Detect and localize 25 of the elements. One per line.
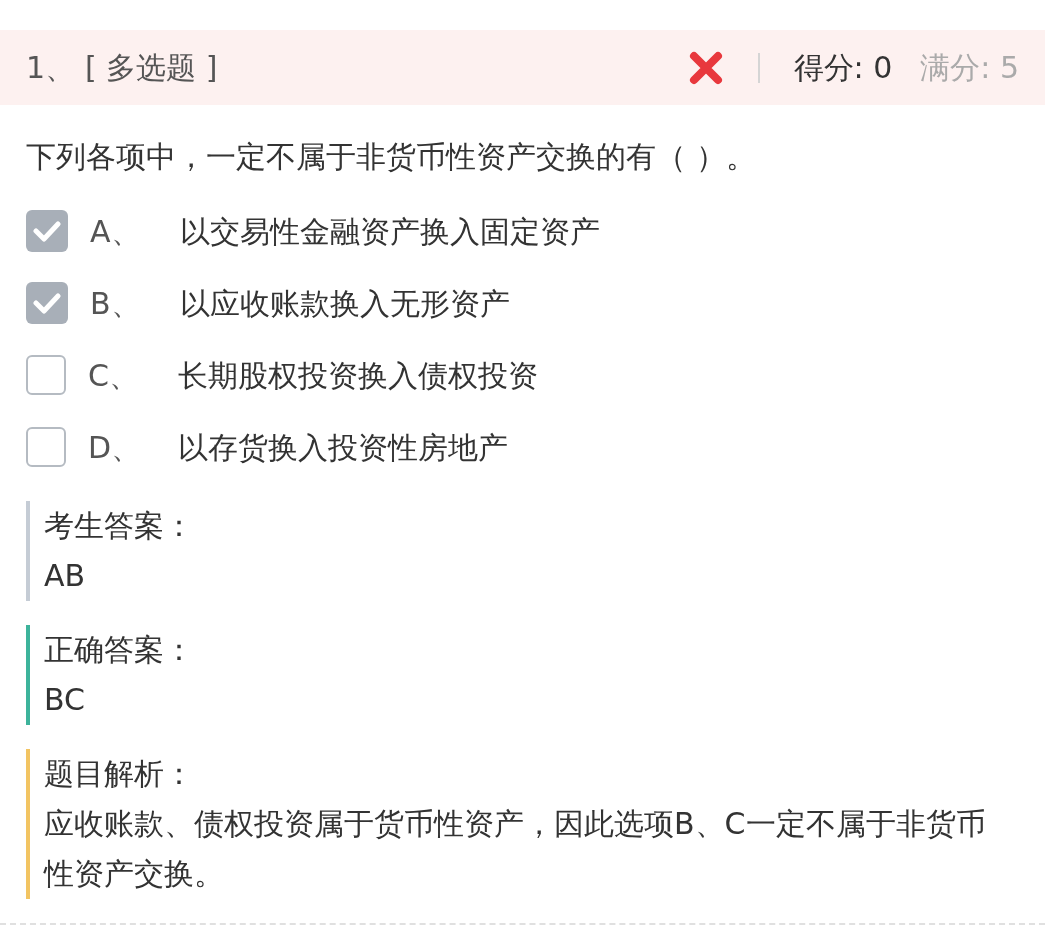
section-body: BC [44,681,86,719]
checkbox[interactable] [26,427,66,467]
option-text: 长期股权投资换入债权投资 [178,356,538,395]
check-icon [33,292,61,314]
full-score-text: 满分: 5 [920,49,1019,87]
section-body: 应收账款、债权投资属于货币性资产，因此选项B、C一定不属于非货币性资产交换。 [44,805,987,893]
section-title: 题目解析： [44,755,195,793]
section-body: AB [44,557,87,595]
question-text: 下列各项中，一定不属于非货币性资产交换的有（ ）。 [25,138,757,176]
option-letter: A、 [90,212,142,251]
question-number: 1、 [26,49,76,87]
checkbox[interactable] [26,355,66,395]
score-text: 得分: 0 [793,49,893,87]
option-letter: D、 [88,428,143,467]
option-text: 以存货换入投资性房地产 [178,428,508,467]
option-letter: C、 [88,356,140,395]
checkbox[interactable] [26,282,68,324]
checkbox[interactable] [26,210,68,252]
option-text: 以交易性金融资产换入固定资产 [180,212,600,251]
check-icon [33,220,61,242]
question-type: [ 多选题 ] [85,49,218,87]
option-text: 以应收账款换入无形资产 [180,284,510,323]
section-title: 正确答案： [44,631,194,669]
section-title: 考生答案： [44,507,194,545]
option-letter: B、 [90,284,142,323]
